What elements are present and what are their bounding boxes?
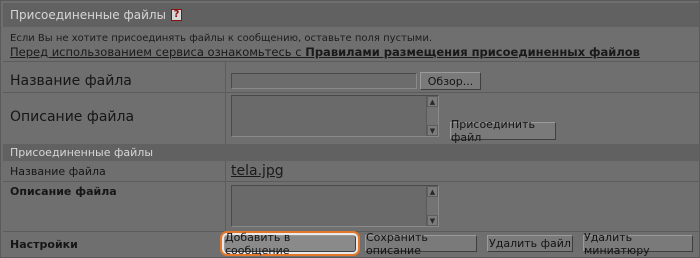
column-divider bbox=[225, 161, 226, 231]
scroll-up-icon[interactable]: ▲ bbox=[427, 186, 438, 197]
divider bbox=[3, 181, 699, 182]
attachments-header: Присоединенные файлы ? bbox=[3, 3, 699, 27]
help-icon[interactable]: ? bbox=[171, 9, 183, 21]
delete-file-button[interactable]: Удалить файл bbox=[487, 235, 573, 252]
rules-link[interactable]: Правилами размещения присоединенных файл… bbox=[305, 45, 640, 59]
file-name-label: Название файла bbox=[10, 73, 132, 89]
attached-description-label: Описание файла bbox=[10, 185, 117, 198]
column-divider bbox=[225, 62, 226, 144]
scroll-up-icon[interactable]: ▲ bbox=[427, 96, 438, 107]
attached-files-title: Присоединенные файлы bbox=[10, 146, 154, 159]
scroll-down-icon[interactable]: ▼ bbox=[427, 125, 438, 136]
attachments-hint: Если Вы не хотите присоединять файлы к с… bbox=[10, 33, 433, 44]
attached-file-name-label: Название файла bbox=[10, 165, 106, 178]
textarea-scrollbar[interactable]: ▲ ▼ bbox=[426, 96, 438, 136]
divider bbox=[3, 61, 699, 62]
file-description-label: Описание файла bbox=[10, 109, 135, 125]
file-description-textarea[interactable]: ▲ ▼ bbox=[231, 95, 439, 137]
add-to-message-button[interactable]: Добавить в сообщение bbox=[224, 231, 356, 257]
browse-button[interactable]: Обзор... bbox=[420, 72, 481, 90]
attachments-header-title: Присоединенные файлы bbox=[10, 8, 167, 22]
delete-thumbnail-button[interactable]: Удалить миниатюру bbox=[583, 231, 693, 257]
attachments-panel: Присоединенные файлы ? Если Вы не хотите… bbox=[0, 0, 700, 258]
attach-file-button[interactable]: Присоединить файл bbox=[450, 118, 556, 144]
rules-notice: Перед использованием сервиса ознакомьтес… bbox=[10, 45, 640, 59]
rules-prefix: Перед использованием сервиса ознакомьтес… bbox=[10, 45, 306, 59]
settings-label: Настройки bbox=[10, 238, 78, 251]
divider bbox=[3, 92, 699, 93]
file-path-input[interactable] bbox=[231, 73, 417, 89]
scroll-down-icon[interactable]: ▼ bbox=[427, 215, 438, 226]
attached-files-header: Присоединенные файлы bbox=[3, 144, 699, 161]
save-description-button[interactable]: Сохранить описание bbox=[365, 231, 477, 257]
attached-file-link[interactable]: tela.jpg bbox=[231, 163, 284, 179]
attached-description-textarea[interactable]: ▲ ▼ bbox=[231, 185, 439, 227]
textarea-scrollbar[interactable]: ▲ ▼ bbox=[426, 186, 438, 226]
